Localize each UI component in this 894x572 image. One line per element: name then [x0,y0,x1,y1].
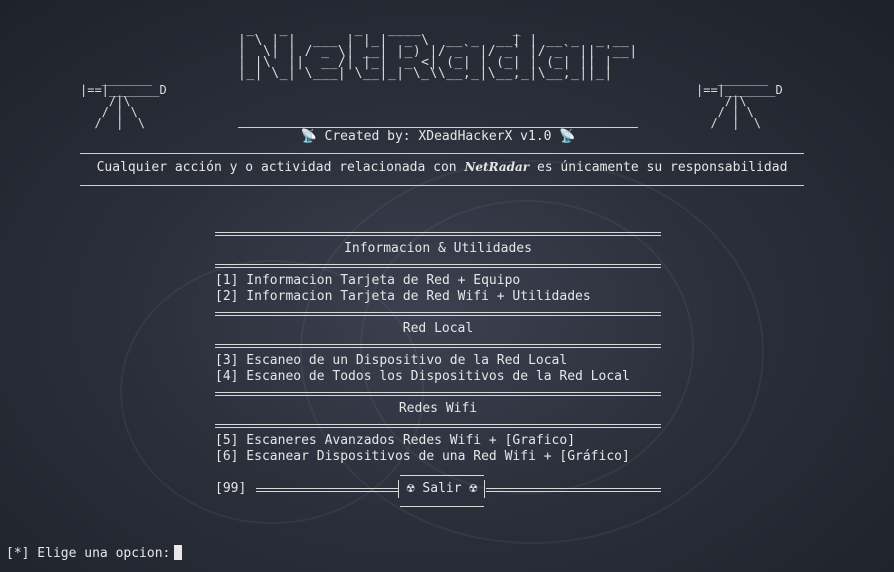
radar-turret-right: _______ |==|_______D /|\ / | \ / | \ [696,72,783,130]
radar-turret-left: _______ |==|_______D /|\ / | \ / | \ [80,72,167,130]
menu-option-2[interactable]: [2] Informacion Tarjeta de Red Wifi + Ut… [215,289,591,304]
exit-box-edge-left [398,480,401,498]
netradar-ascii-banner: _ _ _ ____ _ | \ | | ___ | |_| _ \ __ _ … [238,22,638,81]
disclaimer-notice: Cualquier acción y o actividad relaciona… [80,160,804,175]
section-title-wifi-networks: Redes Wifi [398,401,478,416]
menu-option-4[interactable]: [4] Escaneo de Todos los Dispositivos de… [215,369,630,384]
menu-divider [215,424,661,428]
netradar-brand: NetRadar [464,160,530,174]
exit-code[interactable]: [99] [215,481,246,496]
menu-divider [215,344,661,348]
menu-option-3[interactable]: [3] Escaneo de un Dispositivo de la Red … [215,353,567,368]
menu-option-1[interactable]: [1] Informacion Tarjeta de Red + Equipo [215,273,520,288]
menu-option-5[interactable]: [5] Escaneres Avanzados Redes Wifi + [Gr… [215,433,575,448]
credit-line: 📡 Created by: XDeadHackerX v1.0 📡 [300,129,576,144]
exit-connector-right [486,488,661,492]
notice-text-after: es únicamente su responsabilidad [529,160,788,175]
section-title-info-utils: Informacion & Utilidades [344,241,532,256]
menu-divider [215,392,661,396]
section-title-local-network: Red Local [402,321,474,336]
menu-option-6[interactable]: [6] Escanear Dispositivos de una Red Wif… [215,449,630,464]
prompt-label: [*] Elige una opcion: [6,546,171,561]
menu-divider [215,312,661,316]
notice-bottom-rule [80,185,804,186]
exit-option[interactable]: ☢ Salir ☢ [402,481,482,496]
notice-top-rule [80,153,804,154]
menu-divider [215,264,661,268]
text-cursor[interactable] [174,545,183,560]
banner-underline [238,127,638,128]
exit-connector-left [256,488,398,492]
menu-divider [215,232,661,236]
notice-text-before: Cualquier acción y o actividad relaciona… [96,160,465,175]
command-prompt[interactable]: [*] Elige una opcion: [6,545,183,561]
